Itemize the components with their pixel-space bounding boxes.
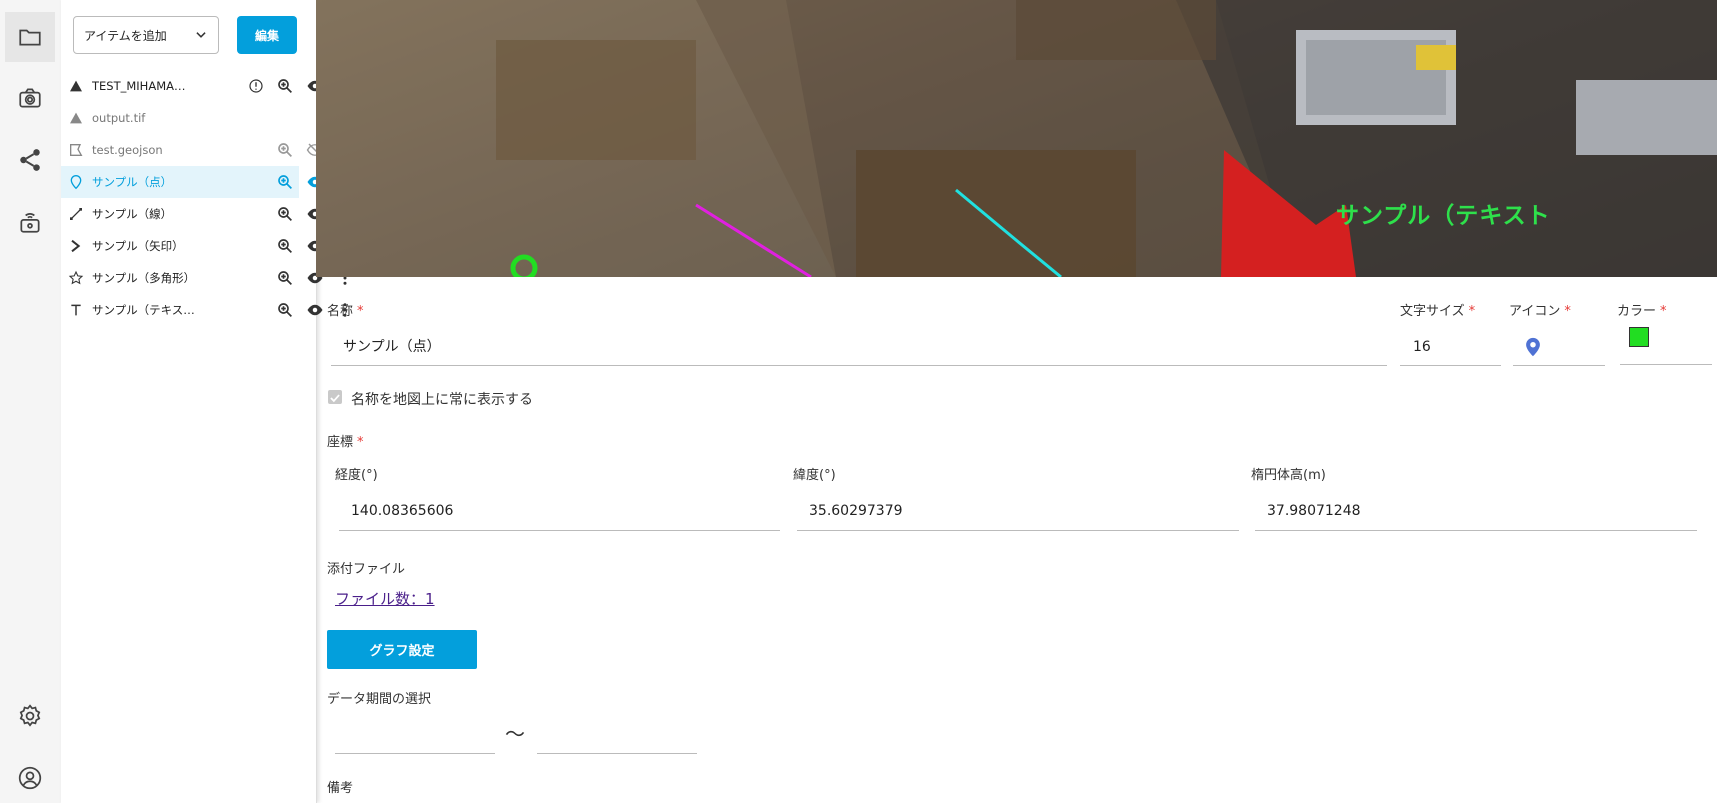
name-field-label: 名称 *	[327, 304, 364, 319]
zoom-icon[interactable]	[276, 77, 294, 95]
period-end-input[interactable]	[537, 714, 697, 754]
folder-icon[interactable]	[5, 12, 55, 62]
attachments-link[interactable]: ファイル数：1	[335, 588, 435, 609]
text-icon	[71, 304, 81, 316]
eye-icon[interactable]	[306, 301, 324, 319]
period-start-input[interactable]	[335, 714, 495, 754]
notes-label: 備考	[327, 781, 354, 796]
always-show-label: 名称を地図上に常に表示する	[351, 392, 533, 408]
layer-item[interactable]: サンプル（多角形）	[61, 262, 347, 294]
map-text-label: サンプル（テキスト	[1336, 203, 1551, 229]
check-icon	[330, 394, 340, 403]
name-input[interactable]: サンプル（点）	[331, 326, 1387, 366]
layer-name: サンプル（多角形）	[92, 271, 196, 285]
device-signal-icon[interactable]	[5, 197, 55, 247]
height-label: 楕円体高(m)	[1251, 468, 1326, 483]
pin-icon	[70, 174, 82, 190]
map-3d-view[interactable]: サンプル（テキスト	[316, 0, 1717, 277]
account-icon[interactable]	[5, 753, 55, 803]
font-size-label: 文字サイズ *	[1400, 304, 1476, 319]
share-icon[interactable]	[5, 135, 55, 185]
line-icon	[70, 208, 82, 220]
add-item-label: アイテムを追加	[84, 28, 167, 43]
graph-settings-button[interactable]: グラフ設定	[327, 630, 477, 669]
longitude-input[interactable]: 140.08365606	[339, 492, 780, 531]
coords-label: 座標 *	[327, 435, 364, 450]
star-icon	[68, 270, 84, 285]
layer-name: output.tif	[92, 111, 146, 125]
layer-name: TEST_MIHAMA…	[92, 79, 186, 93]
gear-icon[interactable]	[5, 691, 55, 741]
layer-item[interactable]: TEST_MIHAMA…	[61, 70, 347, 102]
layer-item-selected[interactable]: サンプル（点）	[61, 166, 347, 198]
zoom-icon[interactable]	[276, 237, 294, 255]
zoom-icon[interactable]	[276, 205, 294, 223]
layer-item[interactable]: output.tif	[61, 102, 347, 134]
attachments-label: 添付ファイル	[327, 562, 406, 577]
layer-name: test.geojson	[92, 143, 163, 157]
triangle-icon	[70, 112, 82, 124]
layer-name: サンプル（点）	[92, 175, 173, 189]
zoom-icon[interactable]	[276, 141, 294, 159]
layer-item[interactable]: サンプル（矢印）	[61, 230, 347, 262]
layer-name: サンプル（線）	[92, 207, 173, 221]
triangle-icon	[70, 80, 82, 92]
arrow-icon	[71, 239, 81, 253]
layer-name: サンプル（矢印）	[92, 239, 184, 253]
camera-icon[interactable]	[5, 73, 55, 123]
edit-button[interactable]: 編集	[237, 16, 297, 54]
zoom-icon[interactable]	[276, 301, 294, 319]
side-rail	[0, 0, 61, 803]
layer-item[interactable]: サンプル（テキス…	[61, 294, 347, 326]
color-swatch[interactable]	[1629, 327, 1649, 347]
polygon-icon	[70, 144, 83, 156]
add-item-select[interactable]: アイテムを追加	[73, 16, 219, 54]
map-pin-icon	[1526, 337, 1540, 357]
info-icon[interactable]	[247, 77, 265, 95]
color-field-label: カラー *	[1617, 304, 1667, 319]
layer-item[interactable]: サンプル（線）	[61, 198, 347, 230]
layer-name: サンプル（テキス…	[92, 303, 195, 317]
zoom-icon[interactable]	[276, 173, 294, 191]
zoom-icon[interactable]	[276, 269, 294, 287]
data-period-label: データ期間の選択	[327, 692, 432, 707]
map-scene	[316, 0, 1717, 277]
longitude-label: 経度(°)	[335, 468, 378, 483]
always-show-checkbox[interactable]	[328, 390, 342, 404]
icon-field-label: アイコン *	[1509, 304, 1571, 319]
period-separator: 〜	[505, 722, 525, 746]
icon-select[interactable]	[1513, 328, 1605, 366]
font-size-input[interactable]: 16	[1400, 328, 1501, 366]
height-input[interactable]: 37.98071248	[1255, 492, 1697, 531]
chevron-down-icon	[196, 32, 206, 38]
layer-item[interactable]: test.geojson	[61, 134, 347, 166]
latitude-label: 緯度(°)	[793, 468, 836, 483]
latitude-input[interactable]: 35.60297379	[797, 492, 1239, 531]
